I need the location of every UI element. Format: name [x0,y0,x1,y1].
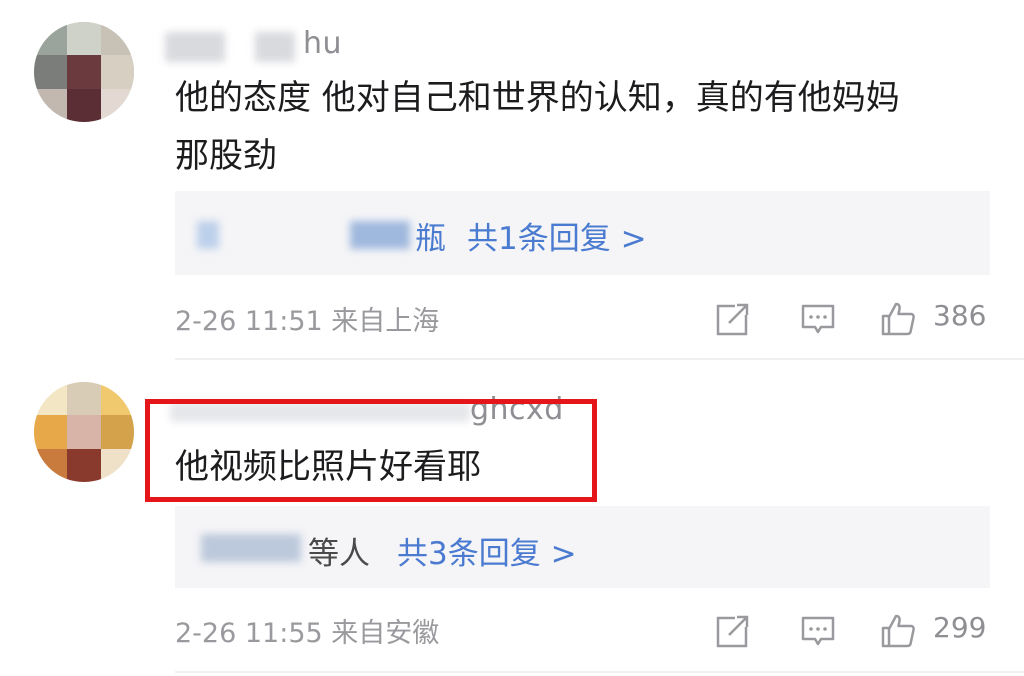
reply-count-link[interactable]: 共1条回复 > [467,213,647,258]
comment-text: 他的态度 他对自己和世界的认知，真的有他妈妈 那股劲 [175,69,900,185]
comment-meta: 2-26 11:51 来自上海 386 [175,299,990,339]
reply-user-redacted [350,221,410,249]
like-count: 386 [933,299,987,332]
share-icon[interactable] [715,613,751,649]
reply-user-name[interactable]: 瓶 [415,213,446,258]
username-redacted [165,32,225,62]
reply-user-redacted [201,534,301,562]
thumbs-up-icon[interactable] [880,301,916,337]
reply-preview[interactable]: 瓶 共1条回复 > [175,191,990,275]
avatar[interactable] [34,382,134,482]
reply-user-redacted [197,221,219,249]
comment-meta: 2-26 11:55 来自安徽 299 [175,611,990,651]
timestamp-location: 2-26 11:51 来自上海 [175,306,440,337]
share-icon[interactable] [715,301,751,337]
reply-users-suffix: 等人 [308,536,370,572]
comment-text-line: 那股劲 [175,136,277,176]
divider [175,671,1024,673]
highlight-box [145,399,597,502]
reply-count-link[interactable]: 共3条回复 > [397,528,577,573]
like-count: 299 [933,611,987,644]
thumbs-up-icon[interactable] [880,613,916,649]
username-redacted [255,32,295,62]
comment-icon[interactable] [800,301,836,337]
comment-item: hu 他的态度 他对自己和世界的认知，真的有他妈妈 那股劲 瓶 共1条回复 > … [0,0,1024,360]
timestamp-location: 2-26 11:55 来自安徽 [175,618,440,649]
reply-preview[interactable]: 等人 共3条回复 > [175,506,990,588]
comment-icon[interactable] [800,613,836,649]
username[interactable]: hu [303,26,342,61]
comment-text-line: 他的态度 他对自己和世界的认知，真的有他妈妈 [175,78,900,118]
avatar[interactable] [34,22,134,122]
